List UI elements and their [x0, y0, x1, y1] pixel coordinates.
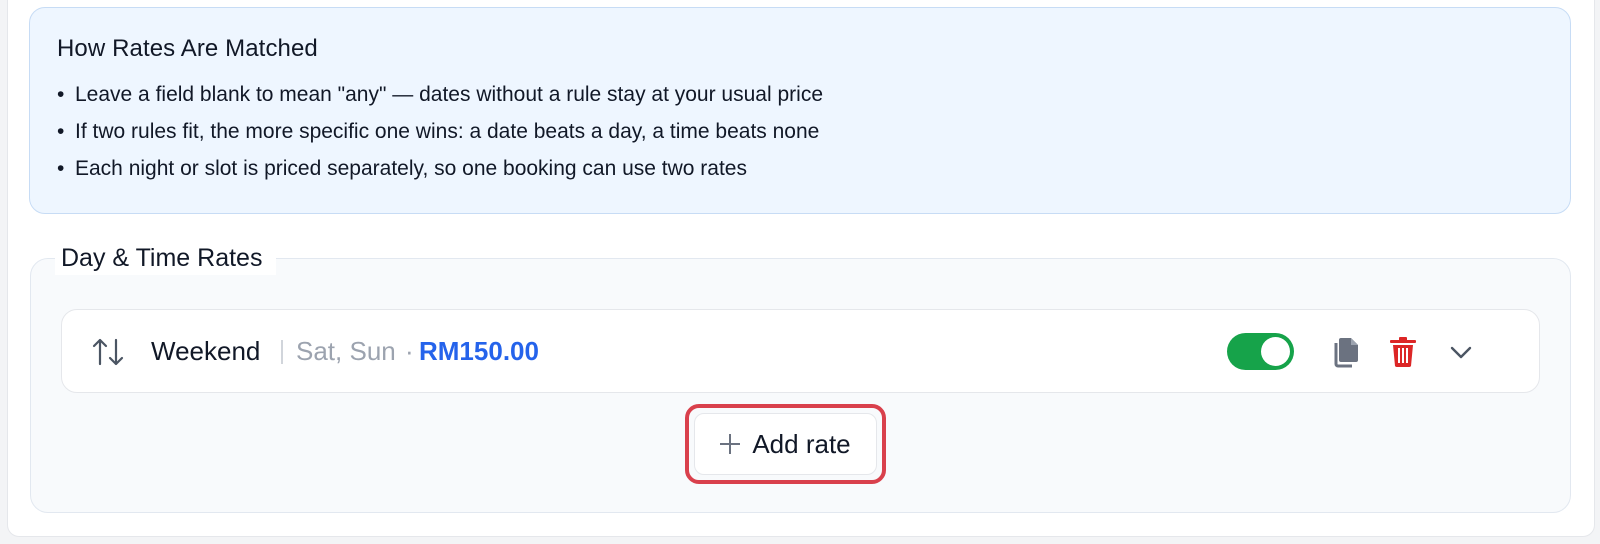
- info-item: • If two rules fit, the more specific one…: [57, 113, 1543, 150]
- trash-icon[interactable]: [1389, 336, 1417, 368]
- chevron-down-icon[interactable]: [1449, 342, 1473, 362]
- add-rate-label: Add rate: [752, 428, 851, 459]
- info-list: • Leave a field blank to mean "any" — dat…: [57, 76, 1543, 187]
- rate-days: Sat, Sun: [296, 336, 396, 366]
- rate-price: RM150.00: [419, 336, 539, 366]
- add-rate-button[interactable]: Add rate: [694, 413, 877, 475]
- section-legend: Day & Time Rates: [55, 241, 277, 275]
- sort-arrows-icon[interactable]: [92, 336, 126, 368]
- rate-enabled-toggle[interactable]: [1227, 333, 1294, 370]
- rate-matching-info-panel: How Rates Are Matched • Leave a field bla…: [29, 7, 1571, 214]
- info-item: • Leave a field blank to mean "any" — dat…: [57, 76, 1543, 113]
- separator-dot: ·: [405, 336, 414, 366]
- toggle-knob: [1261, 337, 1290, 366]
- rate-row-weekend[interactable]: Weekend Sat, Sun · RM150.00: [61, 309, 1540, 393]
- day-time-rates-section: Day & Time Rates Weekend Sat, Sun · RM15…: [30, 241, 1571, 513]
- divider: [281, 340, 283, 364]
- copy-icon[interactable]: [1330, 336, 1360, 368]
- bullet: •: [57, 120, 65, 143]
- bullet: •: [57, 83, 65, 106]
- info-item: • Each night or slot is priced separately…: [57, 150, 1543, 187]
- plus-icon: [720, 434, 741, 454]
- rate-name: Weekend: [151, 336, 261, 366]
- info-title: How Rates Are Matched: [57, 35, 318, 62]
- bullet: •: [57, 157, 65, 180]
